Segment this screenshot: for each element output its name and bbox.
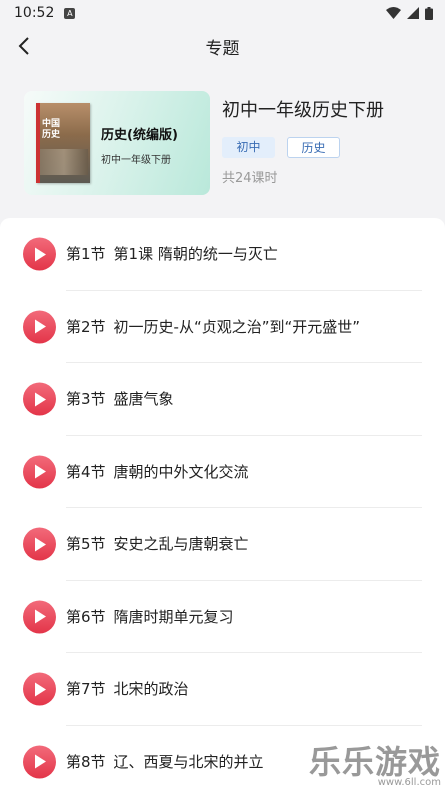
status-bar: 10:52 A bbox=[0, 0, 445, 26]
play-button[interactable] bbox=[23, 382, 56, 416]
notification-icon: A bbox=[64, 7, 76, 19]
list-item[interactable]: 第6节 隋唐时期单元复习 bbox=[0, 581, 445, 653]
tag-list: 初中 历史 bbox=[222, 137, 432, 158]
book-info: 初中一年级历史下册 初中 历史 共24课时 bbox=[222, 96, 432, 186]
play-icon bbox=[34, 319, 46, 334]
play-button[interactable] bbox=[23, 237, 56, 271]
book-cover-title: 中国历史 bbox=[42, 119, 61, 140]
play-button[interactable] bbox=[23, 527, 56, 561]
lesson-title: 唐朝的中外文化交流 bbox=[113, 462, 249, 481]
lesson-number: 第6节 bbox=[66, 607, 106, 626]
book-title: 初中一年级历史下册 bbox=[222, 100, 384, 121]
lesson-title: 初一历史-从“贞观之治”到“开元盛世” bbox=[113, 317, 361, 336]
lesson-number: 第7节 bbox=[66, 680, 106, 699]
play-icon bbox=[34, 464, 46, 479]
status-time: 10:52 bbox=[14, 5, 55, 21]
card-subtitle: 初中一年级下册 bbox=[101, 155, 171, 166]
chevron-left-icon bbox=[18, 37, 29, 55]
play-icon bbox=[34, 392, 46, 407]
play-icon bbox=[34, 537, 46, 552]
page-title: 专题 bbox=[205, 38, 240, 59]
lesson-number: 第4节 bbox=[66, 462, 106, 481]
battery-icon bbox=[425, 6, 433, 20]
lesson-number: 第2节 bbox=[66, 317, 106, 336]
lesson-title: 安史之乱与唐朝衰亡 bbox=[113, 535, 249, 554]
play-icon bbox=[34, 754, 46, 769]
list-item[interactable]: 第2节 初一历史-从“贞观之治”到“开元盛世” bbox=[0, 291, 445, 363]
lesson-title: 辽、西夏与北宋的并立 bbox=[113, 752, 264, 771]
book-card: 中国历史 历史(统编版) 初中一年级下册 bbox=[24, 91, 210, 195]
watermark: 乐乐游戏 www.6ll.com bbox=[309, 745, 441, 788]
lesson-number: 第1节 bbox=[66, 245, 106, 264]
lesson-number: 第5节 bbox=[66, 535, 106, 554]
lesson-title: 第1课 隋朝的统一与灭亡 bbox=[113, 245, 278, 264]
lesson-title: 北宋的政治 bbox=[113, 680, 189, 699]
watermark-logo: 乐乐游戏 bbox=[308, 743, 441, 781]
nav-bar: 专题 bbox=[0, 26, 445, 66]
list-item[interactable]: 第3节 盛唐气象 bbox=[0, 363, 445, 436]
lesson-number: 第3节 bbox=[66, 390, 106, 409]
lesson-number: 第8节 bbox=[66, 752, 106, 771]
tag-subject: 历史 bbox=[287, 137, 340, 158]
back-button[interactable] bbox=[12, 34, 36, 58]
list-item[interactable]: 第5节 安史之乱与唐朝衰亡 bbox=[0, 508, 445, 581]
card-title: 历史(统编版) bbox=[101, 128, 178, 143]
lesson-list: 第1节 第1课 隋朝的统一与灭亡 第2节 初一历史-从“贞观之治”到“开元盛世” 第… bbox=[0, 218, 445, 792]
lesson-title: 隋唐时期单元复习 bbox=[113, 607, 234, 626]
signal-icon bbox=[407, 7, 419, 19]
list-item[interactable]: 第4节 唐朝的中外文化交流 bbox=[0, 436, 445, 508]
lesson-title: 盛唐气象 bbox=[113, 390, 174, 409]
play-icon bbox=[34, 682, 46, 697]
book-cover: 中国历史 bbox=[36, 103, 90, 183]
play-icon bbox=[34, 609, 46, 624]
wifi-icon bbox=[386, 7, 401, 19]
play-icon bbox=[34, 247, 46, 262]
tag-level: 初中 bbox=[222, 137, 275, 158]
book-cover-art bbox=[40, 149, 88, 175]
list-item[interactable]: 第7节 北宋的政治 bbox=[0, 653, 445, 726]
play-button[interactable] bbox=[23, 455, 56, 489]
play-button[interactable] bbox=[23, 600, 56, 634]
play-button[interactable] bbox=[23, 310, 56, 344]
play-button[interactable] bbox=[23, 672, 56, 706]
list-item[interactable]: 第1节 第1课 隋朝的统一与灭亡 bbox=[0, 218, 445, 291]
lesson-count: 共24课时 bbox=[222, 171, 278, 186]
play-button[interactable] bbox=[23, 745, 56, 779]
book-header: 中国历史 历史(统编版) 初中一年级下册 初中一年级历史下册 初中 历史 共24… bbox=[0, 66, 445, 218]
